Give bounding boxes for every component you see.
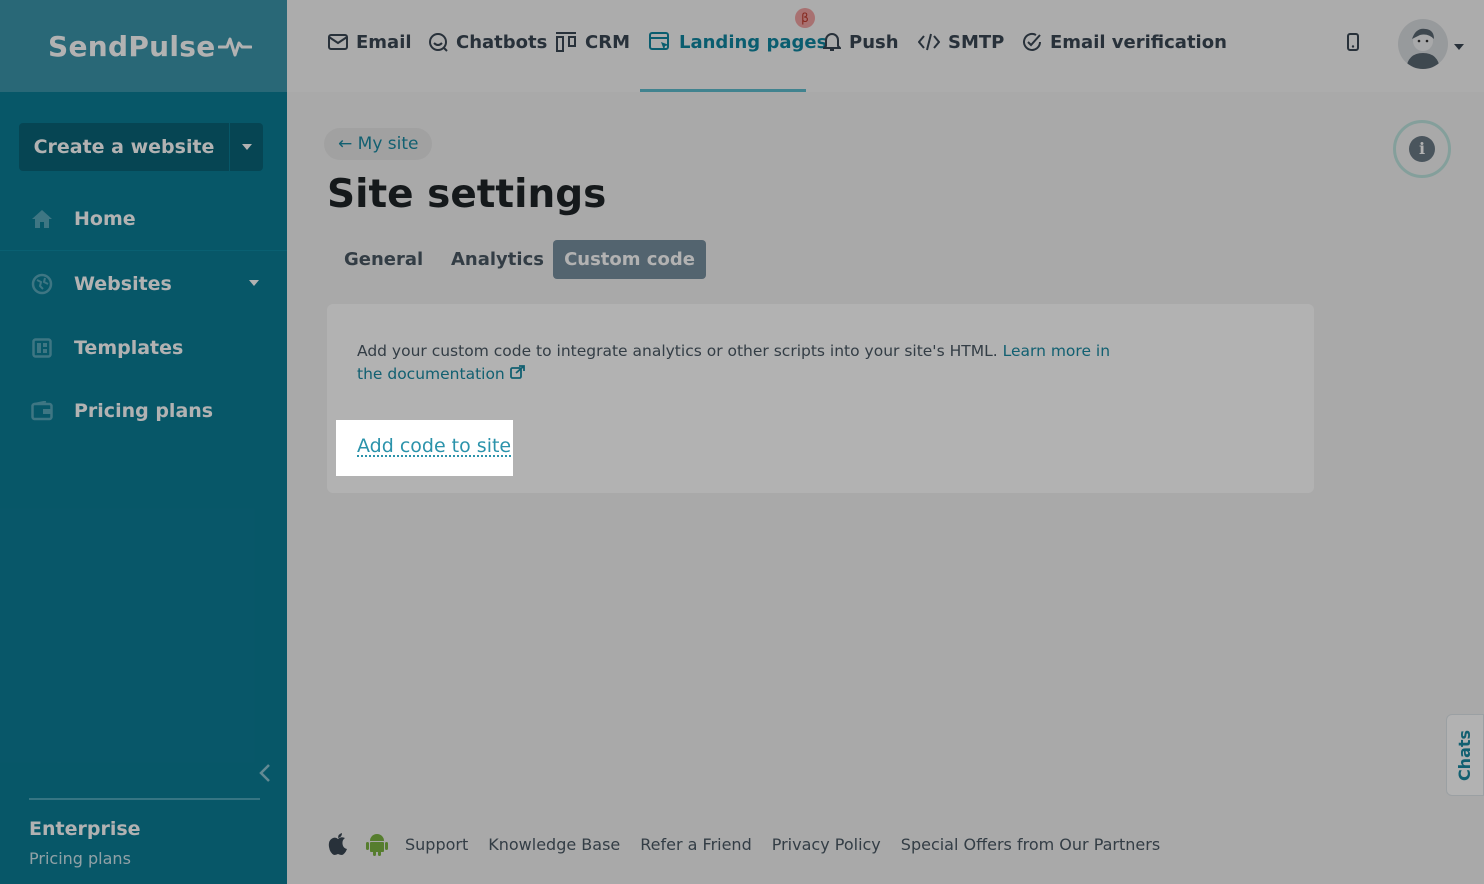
sidebar-item-home[interactable]: Home <box>0 188 287 251</box>
back-to-my-site-link[interactable]: ← My site <box>324 128 433 160</box>
footer-link-special-offers[interactable]: Special Offers from Our Partners <box>901 835 1160 854</box>
add-code-to-site-link[interactable]: Add code to site <box>357 435 511 457</box>
caret-down-icon <box>241 144 252 150</box>
topnav-smtp[interactable]: SMTP <box>918 30 1004 54</box>
card-description: Add your custom code to integrate analyt… <box>357 340 1117 386</box>
chat-bubble-icon <box>429 33 448 52</box>
sidebar-item-pricing-plans[interactable]: Pricing plans <box>0 379 287 442</box>
pulse-icon <box>217 37 252 57</box>
sendpulse-logo[interactable]: SendPulse <box>48 30 252 63</box>
sidebar-item-label: Home <box>74 208 136 230</box>
android-icon[interactable] <box>365 831 389 857</box>
sidebar-item-label: Pricing plans <box>74 399 214 422</box>
page-title: Site settings <box>327 172 607 217</box>
topnav-landing-pages[interactable]: Landing pages <box>649 30 827 54</box>
external-link-icon <box>509 365 525 379</box>
sidebar-item-label: Websites <box>74 272 172 295</box>
topnav-label: Chatbots <box>456 31 548 53</box>
sidebar-item-templates[interactable]: Templates <box>0 316 287 379</box>
mobile-app-button[interactable] <box>1347 33 1359 55</box>
sidebar-item-label: Templates <box>74 336 184 359</box>
check-circle-icon <box>1023 32 1041 51</box>
plan-title: Enterprise <box>29 818 141 840</box>
caret-down-icon[interactable] <box>1454 44 1464 50</box>
topnav-email[interactable]: Email <box>328 30 412 54</box>
tab-analytics[interactable]: Analytics <box>434 240 561 279</box>
footer-link-support[interactable]: Support <box>405 835 468 854</box>
topnav-label: Landing pages <box>679 31 828 53</box>
avatar-icon <box>1406 28 1440 69</box>
chats-label: Chats <box>1455 729 1475 781</box>
footer-link-knowledge-base[interactable]: Knowledge Base <box>488 835 620 854</box>
topnav-email-verification[interactable]: Email verification <box>1022 30 1227 54</box>
code-icon <box>918 33 940 51</box>
topnav-label: Push <box>849 31 899 53</box>
logo-bar: SendPulse <box>0 0 287 92</box>
tab-custom-code[interactable]: Custom code <box>553 240 706 279</box>
caret-down-icon <box>249 280 259 286</box>
globe-icon <box>30 272 54 296</box>
topnav-push[interactable]: Push <box>823 30 899 54</box>
topnav-label: CRM <box>585 31 630 53</box>
active-tab-indicator <box>640 89 806 92</box>
beta-badge: β <box>795 8 815 28</box>
tab-general[interactable]: General <box>327 240 440 279</box>
bell-icon <box>823 33 841 51</box>
apple-icon[interactable] <box>327 832 349 856</box>
footer-link-refer-a-friend[interactable]: Refer a Friend <box>640 835 751 854</box>
plan-pricing-link[interactable]: Pricing plans <box>29 849 131 868</box>
chats-widget-button[interactable]: Chats <box>1446 714 1484 796</box>
user-avatar[interactable] <box>1398 19 1448 69</box>
description-text: Add your custom code to integrate analyt… <box>357 342 998 360</box>
topnav-label: Email verification <box>1050 31 1227 53</box>
home-icon <box>30 207 54 231</box>
topnav-chatbots[interactable]: Chatbots <box>428 30 547 54</box>
topnav-crm[interactable]: CRM <box>555 30 630 54</box>
templates-icon <box>30 336 54 360</box>
kanban-icon <box>556 32 576 52</box>
info-button[interactable]: i <box>1393 120 1451 178</box>
topnav-label: Email <box>356 31 412 53</box>
info-icon: i <box>1409 136 1435 162</box>
create-website-button-group: Create a website <box>19 123 263 171</box>
landing-page-icon <box>649 32 669 50</box>
chevron-left-icon <box>259 764 270 782</box>
topnav-label: SMTP <box>948 31 1005 53</box>
sidebar: SendPulse Create a website Home Websites… <box>0 0 287 884</box>
footer-link-privacy-policy[interactable]: Privacy Policy <box>772 835 881 854</box>
sidebar-item-websites[interactable]: Websites <box>0 252 287 315</box>
collapse-sidebar-button[interactable] <box>258 763 272 787</box>
top-navigation: Email Chatbots CRM Landing pages β Push … <box>287 0 1484 92</box>
create-website-button[interactable]: Create a website <box>19 123 229 171</box>
sidebar-divider <box>29 798 260 800</box>
wallet-icon <box>30 399 54 423</box>
footer: Support Knowledge Base Refer a Friend Pr… <box>327 830 1180 858</box>
create-website-dropdown[interactable] <box>230 123 263 171</box>
envelope-icon <box>328 34 348 50</box>
logo-text: SendPulse <box>48 29 216 63</box>
phone-icon <box>1347 33 1359 51</box>
